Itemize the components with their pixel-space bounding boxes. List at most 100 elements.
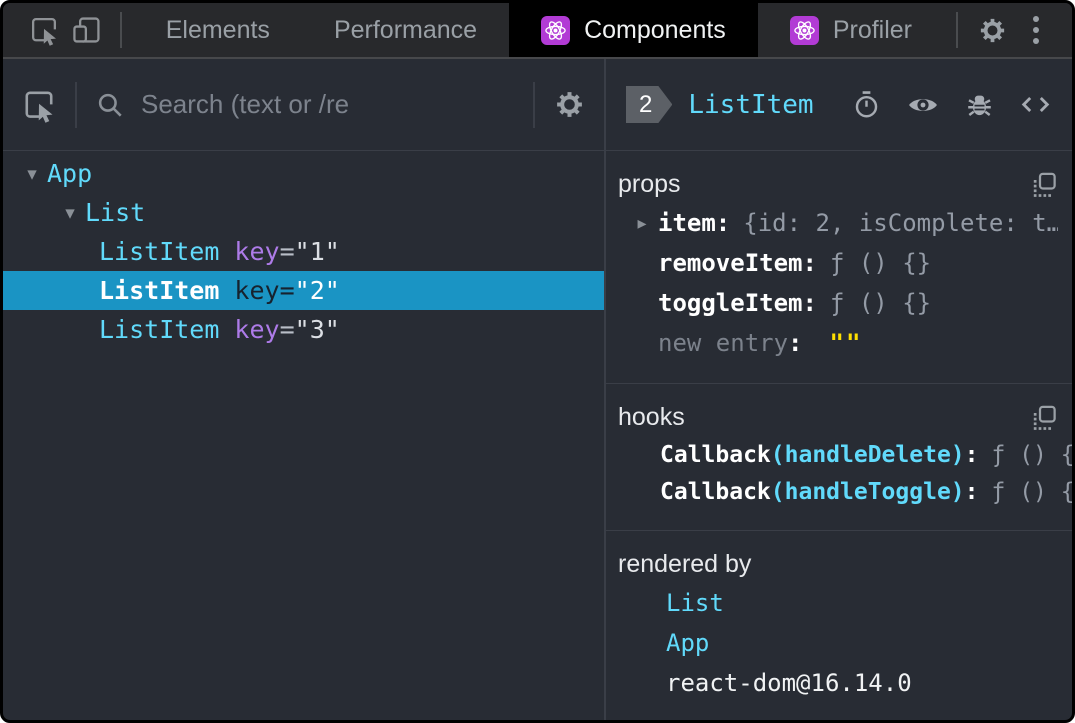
key-attr-name: key	[234, 276, 280, 305]
inspect-icon	[21, 87, 57, 123]
tab-label: Profiler	[832, 15, 912, 44]
owner-link[interactable]: App	[666, 629, 709, 657]
key-attr-value: "1"	[294, 237, 340, 266]
prop-row-removeitem[interactable]: removeItem: ƒ () {}	[618, 243, 1058, 283]
tree-row-app[interactable]: ▾ App	[3, 154, 604, 193]
component-name: ListItem	[99, 315, 220, 344]
devtools-settings-button[interactable]	[970, 8, 1014, 52]
key-attr-value: "3"	[294, 315, 340, 344]
chevron-right-icon[interactable]: ▸	[626, 213, 658, 234]
equals-sign: =	[279, 237, 295, 266]
inspect-element-button[interactable]	[23, 8, 65, 52]
rendered-by-list-link[interactable]: List	[618, 583, 1058, 623]
tree-row-listitem-3[interactable]: ListItem key = "3"	[3, 310, 604, 349]
tree-toolbar	[3, 59, 604, 151]
eye-icon	[906, 88, 940, 122]
selected-index-badge: 2	[626, 86, 672, 123]
tab-label: Elements	[165, 15, 270, 44]
component-name: ListItem	[99, 237, 220, 266]
chevron-down-icon[interactable]: ▾	[17, 163, 47, 185]
tab-elements[interactable]: Elements	[134, 3, 302, 57]
colon: :	[715, 209, 731, 237]
chevron-down-icon[interactable]: ▾	[55, 202, 85, 224]
hook-value: ƒ () {}	[991, 441, 1072, 468]
search-icon	[95, 90, 125, 120]
toolbar-separator	[956, 12, 958, 48]
copy-icon	[1031, 171, 1058, 198]
hook-type: Callback	[660, 478, 771, 505]
devtools-window: Elements Performance Components Profiler…	[0, 0, 1075, 723]
rendered-by-section: rendered by List App react-dom@16.14.0	[606, 531, 1072, 720]
hook-name: (handleToggle)	[770, 478, 965, 505]
equals-sign: =	[279, 276, 295, 305]
tree-row-listitem-2-selected[interactable]: ListItem key = "2"	[3, 271, 604, 310]
rendered-by-title: rendered by	[618, 549, 752, 578]
log-component-button[interactable]	[964, 89, 995, 120]
view-source-icon	[1019, 88, 1052, 121]
colon: :	[964, 478, 979, 505]
component-name: ListItem	[99, 276, 220, 305]
inspect-dom-button[interactable]	[906, 88, 940, 122]
new-entry-label[interactable]: new entry	[658, 329, 788, 357]
rendered-by-react-dom: react-dom@16.14.0	[618, 663, 1058, 703]
key-attr-value: "2"	[294, 276, 340, 305]
react-logo-icon	[789, 15, 819, 45]
details-toolbar-icons	[851, 88, 1052, 122]
tab-label: Performance	[333, 15, 478, 44]
prop-row-toggleitem[interactable]: toggleItem: ƒ () {}	[618, 283, 1058, 323]
copy-hooks-button[interactable]	[1031, 404, 1058, 431]
components-panel: ▾ App ▾ List ListItemkey="1" ListItemkey…	[3, 59, 1072, 720]
props-section: props ▸ item: {id: 2, isComplete: t… re…	[606, 151, 1072, 384]
hook-type: Callback	[660, 441, 771, 468]
tabbar-right-controls	[944, 8, 1072, 52]
suspend-toggle-button[interactable]	[851, 89, 882, 120]
hook-value: ƒ () {}	[991, 478, 1072, 505]
owner-link[interactable]: List	[666, 589, 724, 617]
stopwatch-icon	[851, 89, 882, 120]
tree-row-list[interactable]: ▾ List	[3, 193, 604, 232]
copy-icon	[1031, 404, 1058, 431]
selected-component-name: ListItem	[688, 89, 814, 120]
key-attr-name: key	[234, 237, 280, 266]
colon: :	[802, 249, 817, 277]
colon: :	[788, 329, 803, 357]
prop-value: ƒ () {}	[829, 249, 932, 277]
device-toolbar-button[interactable]	[65, 8, 107, 52]
component-name: List	[85, 198, 146, 227]
panel-settings-button[interactable]	[553, 88, 586, 121]
prop-value: {id: 2, isComplete: t…	[743, 209, 1058, 237]
tree-row-listitem-1[interactable]: ListItem key = "1"	[3, 232, 604, 271]
hooks-section: hooks Callback (handleDelete): ƒ () Cal…	[606, 384, 1072, 531]
select-element-button[interactable]	[21, 87, 57, 123]
tab-components[interactable]: Components	[509, 3, 758, 57]
tab-profiler[interactable]: Profiler	[758, 3, 944, 57]
prop-new-entry-row[interactable]: new entry: ""	[618, 323, 1058, 363]
rendered-by-app-link[interactable]: App	[618, 623, 1058, 663]
prop-value: ƒ () {}	[829, 289, 932, 317]
settings-gear-icon	[977, 15, 1008, 46]
more-options-button[interactable]	[1014, 16, 1058, 44]
hook-row-handledelete[interactable]: Callback(handleDelete): ƒ () {}	[618, 436, 1072, 473]
prop-key: removeItem	[658, 249, 803, 277]
new-entry-value[interactable]: ""	[830, 329, 863, 357]
devtools-tabbar: Elements Performance Components Profiler	[3, 3, 1072, 59]
view-source-button[interactable]	[1019, 88, 1052, 121]
equals-sign: =	[279, 315, 295, 344]
component-tree-pane: ▾ App ▾ List ListItemkey="1" ListItemkey…	[3, 59, 606, 720]
toolbar-separator	[119, 12, 122, 48]
component-details-pane: 2 ListItem props ▸ item: {id: 2, isComp…	[606, 59, 1072, 720]
renderer-version: react-dom@16.14.0	[666, 669, 912, 697]
device-toolbar-icon	[71, 14, 103, 46]
kebab-menu-icon	[1033, 16, 1039, 22]
search-input[interactable]	[139, 88, 515, 121]
copy-props-button[interactable]	[1031, 171, 1058, 198]
prop-key: item	[658, 209, 716, 237]
hooks-section-title: hooks	[618, 402, 685, 431]
prop-row-item[interactable]: ▸ item: {id: 2, isComplete: t…	[618, 203, 1058, 243]
prop-key: toggleItem	[658, 289, 803, 317]
props-section-title: props	[618, 169, 681, 198]
toolbar-separator	[75, 81, 77, 128]
bug-icon	[964, 89, 995, 120]
tab-performance[interactable]: Performance	[302, 3, 509, 57]
hook-row-handletoggle[interactable]: Callback(handleToggle): ƒ () {}	[618, 473, 1072, 510]
